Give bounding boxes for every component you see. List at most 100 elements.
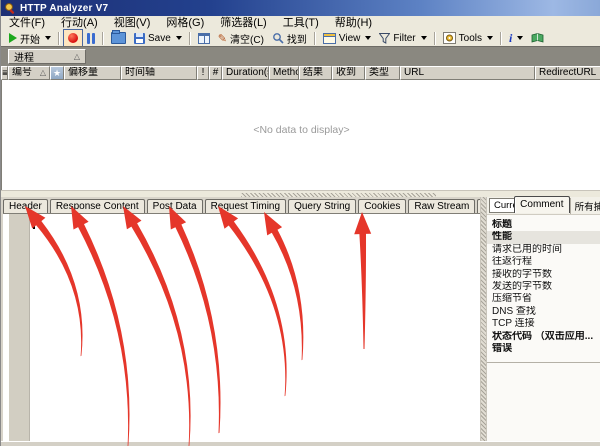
view-icon bbox=[323, 33, 336, 44]
menu-help[interactable]: 帮助(H) bbox=[327, 16, 380, 30]
column-header-number[interactable]: 编号△ bbox=[8, 66, 50, 80]
text-cursor bbox=[33, 216, 35, 229]
column-header-received[interactable]: 收到 bbox=[332, 66, 365, 80]
tab-request-timing[interactable]: Request Timing bbox=[205, 199, 286, 213]
toolbar: 开始 Save ✎ 清空(C) bbox=[1, 30, 600, 46]
dropdown-arrow-icon[interactable] bbox=[487, 36, 493, 40]
row-tcp-connect: TCP 连接 bbox=[487, 318, 600, 330]
column-header-alert[interactable]: ! bbox=[197, 66, 209, 80]
group-process-button[interactable]: 进程 △ bbox=[8, 49, 86, 64]
toolbar-separator bbox=[102, 32, 104, 45]
column-header-offset[interactable]: 偏移量 bbox=[64, 66, 121, 80]
editor-gutter bbox=[9, 214, 30, 446]
tab-comment[interactable]: Comment bbox=[514, 196, 569, 213]
folder-icon bbox=[111, 32, 126, 44]
group-by-bar: 进程 △ bbox=[1, 46, 600, 66]
menu-grid[interactable]: 网格(G) bbox=[158, 16, 212, 30]
help-book-button[interactable] bbox=[527, 30, 548, 46]
detail-pane: Header Response Content Post Data Reques… bbox=[1, 197, 480, 446]
toolbar-separator bbox=[314, 32, 316, 45]
save-button[interactable]: Save bbox=[130, 30, 186, 46]
tab-all-captures[interactable]: 所有捕捉 bbox=[570, 198, 600, 214]
menu-bar: 文件(F) 行动(A) 视图(V) 网格(G) 筛选器(L) 工具(T) 帮助(… bbox=[1, 16, 600, 30]
column-header-count[interactable]: # bbox=[209, 66, 222, 80]
record-icon bbox=[68, 33, 78, 43]
vertical-splitter[interactable] bbox=[480, 197, 487, 446]
book-icon bbox=[531, 33, 544, 43]
pause-icon bbox=[87, 33, 95, 44]
save-label: Save bbox=[148, 33, 171, 44]
menu-file[interactable]: 文件(F) bbox=[1, 16, 53, 30]
tools-button[interactable]: Tools bbox=[439, 30, 497, 46]
row-bytes-received: 接收的字节数 bbox=[487, 269, 600, 281]
grip-icon: ≣ bbox=[2, 70, 8, 77]
dropdown-arrow-icon[interactable] bbox=[365, 36, 371, 40]
toolbar-separator bbox=[434, 32, 436, 45]
grid-icon bbox=[198, 33, 210, 44]
funnel-icon bbox=[379, 33, 390, 44]
find-button[interactable]: 找到 bbox=[268, 30, 311, 46]
dropdown-arrow-icon[interactable] bbox=[517, 36, 523, 40]
sort-asc-icon: △ bbox=[40, 69, 46, 77]
row-title: 标题 bbox=[487, 219, 600, 231]
request-list-area[interactable]: <No data to display> bbox=[1, 80, 600, 190]
floppy-disk-icon bbox=[134, 33, 145, 44]
clear-label: 清空(C) bbox=[230, 31, 264, 46]
tab-raw-stream[interactable]: Raw Stream bbox=[408, 199, 475, 213]
start-button[interactable]: 开始 bbox=[5, 30, 55, 46]
window-title: HTTP Analyzer V7 bbox=[20, 3, 108, 14]
find-label: 找到 bbox=[287, 31, 307, 46]
group-process-label: 进程 bbox=[14, 49, 34, 64]
view-button[interactable]: View bbox=[319, 30, 376, 46]
column-header-star[interactable]: ★ bbox=[50, 66, 64, 80]
toolbar-separator bbox=[500, 32, 502, 45]
toolbar-separator bbox=[189, 32, 191, 45]
detail-view-button[interactable] bbox=[194, 30, 214, 46]
clear-button[interactable]: ✎ 清空(C) bbox=[214, 30, 268, 46]
column-header-url[interactable]: URL bbox=[400, 66, 535, 80]
menu-tools[interactable]: 工具(T) bbox=[275, 16, 327, 30]
dropdown-arrow-icon[interactable] bbox=[45, 36, 51, 40]
comment-editor[interactable] bbox=[3, 213, 480, 446]
panel-divider bbox=[487, 362, 600, 363]
column-header-result[interactable]: 结果 bbox=[299, 66, 332, 80]
dropdown-arrow-icon[interactable] bbox=[421, 36, 427, 40]
brush-icon: ✎ bbox=[218, 33, 227, 44]
open-button[interactable] bbox=[107, 30, 130, 46]
detail-tab-strip: Header Response Content Post Data Reques… bbox=[3, 197, 480, 213]
tab-response-content[interactable]: Response Content bbox=[50, 199, 145, 213]
dropdown-arrow-icon[interactable] bbox=[176, 36, 182, 40]
tab-query-string[interactable]: Query String bbox=[288, 199, 356, 213]
info-button[interactable]: i bbox=[505, 30, 527, 46]
pause-button[interactable] bbox=[83, 30, 99, 46]
no-data-text: <No data to display> bbox=[2, 124, 600, 136]
menu-view[interactable]: 视图(V) bbox=[106, 16, 159, 30]
tab-header[interactable]: Header bbox=[3, 199, 48, 213]
column-header-grip[interactable]: ≣ bbox=[1, 66, 8, 80]
column-header-type[interactable]: 类型 bbox=[365, 66, 400, 80]
row-status-code: 状态代码 （双击应用... bbox=[487, 331, 600, 343]
row-performance: 性能 bbox=[487, 231, 600, 243]
gear-icon bbox=[443, 32, 456, 44]
column-header-duration[interactable]: Duration(s) bbox=[222, 66, 269, 80]
row-errors: 错误 bbox=[487, 343, 600, 355]
column-header-method[interactable]: Method bbox=[269, 66, 299, 80]
row-request-elapsed: 请求已用的时间 bbox=[487, 244, 600, 256]
filter-button[interactable]: Filter bbox=[375, 30, 430, 46]
menu-action[interactable]: 行动(A) bbox=[53, 16, 106, 30]
tools-label: Tools bbox=[459, 33, 482, 44]
magnifier-icon bbox=[272, 32, 284, 44]
tab-post-data[interactable]: Post Data bbox=[147, 199, 203, 213]
tab-cookies[interactable]: Cookies bbox=[358, 199, 406, 213]
sort-asc-icon: △ bbox=[74, 53, 80, 61]
info-icon: i bbox=[509, 32, 512, 44]
column-header-timeline[interactable]: 时间轴 bbox=[121, 66, 197, 80]
star-icon: ★ bbox=[53, 68, 61, 78]
row-bytes-sent: 发送的字节数 bbox=[487, 281, 600, 293]
menu-filter[interactable]: 筛选器(L) bbox=[212, 16, 274, 30]
column-header-redirect-url[interactable]: RedirectURL bbox=[535, 66, 600, 80]
title-bar[interactable]: HTTP Analyzer V7 bbox=[1, 0, 600, 16]
app-window: HTTP Analyzer V7 文件(F) 行动(A) 视图(V) 网格(G)… bbox=[0, 0, 600, 446]
app-logo-icon bbox=[4, 2, 16, 14]
record-button[interactable] bbox=[63, 29, 83, 47]
